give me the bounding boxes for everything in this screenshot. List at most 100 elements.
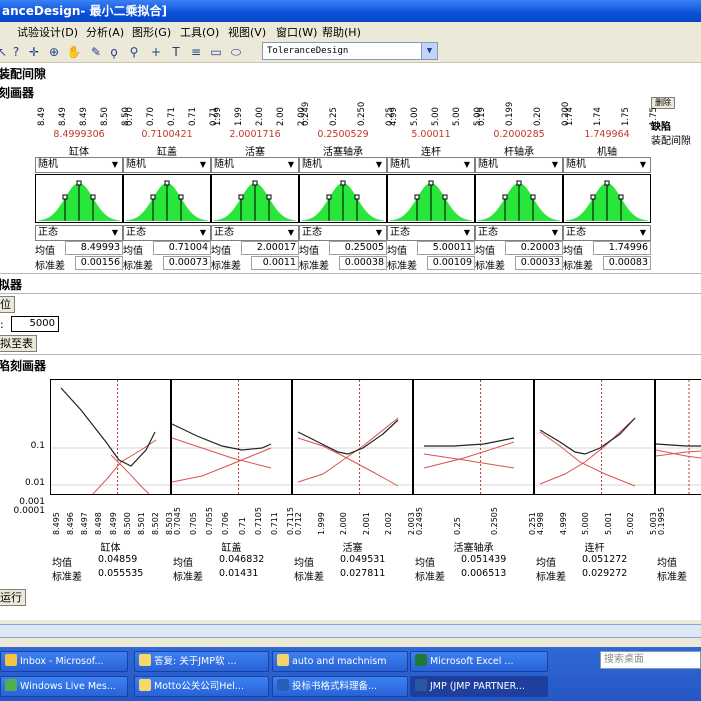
chevron-down-icon[interactable]: ▼ (285, 227, 297, 239)
defect-plot[interactable] (171, 379, 292, 495)
factor-current-value[interactable]: 0.2500529 (299, 129, 387, 140)
taskbar-button[interactable]: 投标书格式料理备... (272, 676, 408, 697)
crosshair-icon[interactable]: ✛ (26, 44, 42, 60)
chevron-down-icon[interactable]: ▼ (421, 43, 437, 59)
sd-input[interactable]: 0.00038 (339, 256, 387, 270)
factor-dist-select[interactable]: 随机 ▼ (387, 157, 475, 173)
distribution-plot[interactable] (211, 174, 299, 223)
menu-design[interactable]: 试验设计(D) (17, 24, 78, 40)
run-button[interactable]: 运行 (0, 589, 26, 606)
menu-analyze[interactable]: 分析(A) (86, 24, 124, 40)
brush-icon[interactable]: ✎ (88, 44, 104, 60)
factor-type-select[interactable]: 正态 ▼ (563, 225, 651, 241)
mean-input[interactable]: 0.71004 (153, 241, 211, 255)
factor-current-value[interactable]: 5.00011 (387, 129, 475, 140)
factor-dist-select[interactable]: 随机 ▼ (35, 157, 123, 173)
factor-dist-select[interactable]: 随机 ▼ (475, 157, 563, 173)
factor-current-value[interactable]: 8.4999306 (35, 129, 123, 140)
menu-window[interactable]: 窗口(W) (276, 24, 317, 40)
section-defect-profiler-title[interactable]: 陷刻画器 (0, 357, 46, 374)
chevron-down-icon[interactable]: ▼ (197, 159, 209, 171)
chevron-down-icon[interactable]: ▼ (197, 227, 209, 239)
mean-input[interactable]: 0.25005 (329, 241, 387, 255)
mean-input[interactable]: 8.49993 (65, 241, 123, 255)
distribution-plot[interactable] (35, 174, 123, 223)
factor-dist-select[interactable]: 随机 ▼ (123, 157, 211, 173)
target-icon[interactable]: ⊕ (46, 44, 62, 60)
n-runs-input[interactable]: 5000 (11, 316, 59, 332)
factor-current-value[interactable]: 0.2000285 (475, 129, 563, 140)
distribution-plot[interactable] (563, 174, 651, 223)
distribution-plot[interactable] (123, 174, 211, 223)
menu-help[interactable]: 帮助(H) (322, 24, 361, 40)
horizontal-scrollbar[interactable] (0, 624, 701, 638)
section-assembly-title[interactable]: 装配间隙 (0, 65, 46, 82)
defect-plot[interactable] (655, 379, 701, 495)
lasso-icon[interactable]: ϙ (106, 44, 122, 60)
chevron-down-icon[interactable]: ▼ (549, 159, 561, 171)
factor-current-value[interactable]: 2.0001716 (211, 129, 299, 140)
simulate-to-table-button[interactable]: 拟至表 (0, 335, 37, 352)
menu-view[interactable]: 视图(V) (228, 24, 266, 40)
factor-type-select[interactable]: 正态 ▼ (211, 225, 299, 241)
sd-input[interactable]: 0.00033 (515, 256, 563, 270)
taskbar-button[interactable]: Windows Live Mes... (0, 676, 128, 697)
factor-type-select[interactable]: 正态 ▼ (123, 225, 211, 241)
taskbar-button[interactable]: Inbox - Microsof... (0, 651, 128, 672)
distribution-plot[interactable] (475, 174, 563, 223)
factor-dist-select[interactable]: 随机 ▼ (563, 157, 651, 173)
sd-input[interactable]: 0.0011 (251, 256, 299, 270)
desktop-search-input[interactable]: 搜索桌面 (600, 651, 701, 669)
factor-type-select[interactable]: 正态 ▼ (299, 225, 387, 241)
design-select[interactable]: ToleranceDesign ▼ (262, 42, 438, 60)
factor-type-select[interactable]: 正态 ▼ (475, 225, 563, 241)
taskbar-button[interactable]: 答复: 关于JMP软 ... (134, 651, 269, 672)
plus-icon[interactable]: + (148, 44, 164, 60)
menu-tools[interactable]: 工具(O) (180, 24, 219, 40)
factor-type-select[interactable]: 正态 ▼ (35, 225, 123, 241)
sd-input[interactable]: 0.00083 (603, 256, 651, 270)
chevron-down-icon[interactable]: ▼ (285, 159, 297, 171)
factor-current-value[interactable]: 0.7100421 (123, 129, 211, 140)
position-button[interactable]: 位 (0, 296, 15, 313)
sd-input[interactable]: 0.00073 (163, 256, 211, 270)
section-profiler-title[interactable]: 刻画器 (0, 84, 34, 101)
taskbar-button[interactable]: auto and machnism (272, 651, 408, 672)
chevron-down-icon[interactable]: ▼ (637, 159, 649, 171)
chevron-down-icon[interactable]: ▼ (373, 159, 385, 171)
chevron-down-icon[interactable]: ▼ (373, 227, 385, 239)
defect-plot[interactable] (534, 379, 655, 495)
chevron-down-icon[interactable]: ▼ (109, 159, 121, 171)
line-icon[interactable]: ≡ (188, 44, 204, 60)
factor-dist-select[interactable]: 随机 ▼ (299, 157, 387, 173)
chevron-down-icon[interactable]: ▼ (549, 227, 561, 239)
factor-dist-select[interactable]: 随机 ▼ (211, 157, 299, 173)
zoom-icon[interactable]: ⚲ (126, 44, 142, 60)
chevron-down-icon[interactable]: ▼ (637, 227, 649, 239)
menu-graph[interactable]: 图形(G) (132, 24, 171, 40)
chevron-down-icon[interactable]: ▼ (461, 159, 473, 171)
sd-input[interactable]: 0.00109 (427, 256, 475, 270)
distribution-plot[interactable] (299, 174, 387, 223)
ellipse-icon[interactable]: ⬭ (228, 44, 244, 60)
mean-input[interactable]: 0.20003 (505, 241, 563, 255)
factor-current-value[interactable]: 1.749964 (563, 129, 651, 140)
taskbar-button[interactable]: Microsoft Excel ... (410, 651, 548, 672)
section-simulator-title[interactable]: 拟器 (0, 276, 22, 293)
hand-icon[interactable]: ✋ (66, 44, 82, 60)
taskbar-button[interactable]: JMP (JMP PARTNER... (410, 676, 548, 697)
factor-type-select[interactable]: 正态 ▼ (387, 225, 475, 241)
text-icon[interactable]: T (168, 44, 184, 60)
sd-input[interactable]: 0.00156 (75, 256, 123, 270)
chevron-down-icon[interactable]: ▼ (461, 227, 473, 239)
chevron-down-icon[interactable]: ▼ (109, 227, 121, 239)
mean-input[interactable]: 5.00011 (417, 241, 475, 255)
taskbar-button[interactable]: Motto公关公司Hel... (134, 676, 269, 697)
defect-plot[interactable] (50, 379, 171, 495)
rect-icon[interactable]: ▭ (208, 44, 224, 60)
distribution-plot[interactable] (387, 174, 475, 223)
defect-plot[interactable] (413, 379, 534, 495)
help-icon[interactable]: ? (8, 44, 24, 60)
mean-input[interactable]: 1.74996 (593, 241, 651, 255)
mean-input[interactable]: 2.00017 (241, 241, 299, 255)
